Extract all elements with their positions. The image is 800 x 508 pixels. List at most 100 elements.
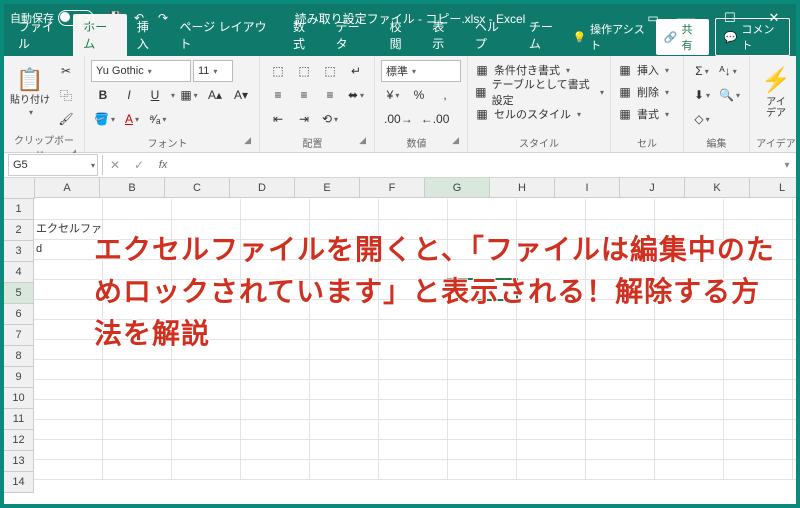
cell-E14[interactable]	[310, 459, 379, 480]
cell-F12[interactable]	[379, 419, 448, 440]
cell-G5[interactable]	[448, 279, 517, 300]
cell-L10[interactable]	[793, 379, 796, 400]
select-all-corner[interactable]	[4, 178, 35, 199]
fill-color-icon[interactable]: 🪣▾	[91, 108, 118, 130]
currency-icon[interactable]: ¥▾	[381, 84, 405, 106]
comma-icon[interactable]: ,	[433, 84, 457, 106]
col-header-B[interactable]: B	[100, 178, 165, 198]
cell-F8[interactable]	[379, 339, 448, 360]
decrease-decimal-icon[interactable]: ←.00	[418, 108, 453, 130]
cell-B6[interactable]	[103, 299, 172, 320]
cell-A2[interactable]: エクセルファイル	[34, 219, 103, 240]
row-header-11[interactable]: 11	[4, 409, 34, 430]
row-header-8[interactable]: 8	[4, 346, 34, 367]
cell-B1[interactable]	[103, 199, 172, 220]
font-name-combo[interactable]: Yu Gothic▾	[91, 60, 191, 82]
cell-A6[interactable]	[34, 299, 103, 320]
cell-F10[interactable]	[379, 379, 448, 400]
cell-F5[interactable]	[379, 279, 448, 300]
cell-E2[interactable]	[310, 219, 379, 240]
cell-D8[interactable]	[241, 339, 310, 360]
enter-icon[interactable]: ✓	[127, 158, 151, 172]
cell-E3[interactable]	[310, 239, 379, 260]
cell-E5[interactable]	[310, 279, 379, 300]
cancel-icon[interactable]: ✕	[103, 158, 127, 172]
row-header-6[interactable]: 6	[4, 304, 34, 325]
cell-I14[interactable]	[586, 459, 655, 480]
number-format-combo[interactable]: 標準▾	[381, 60, 461, 82]
cell-H9[interactable]	[517, 359, 586, 380]
cell-K4[interactable]	[724, 259, 793, 280]
dialog-launcher-icon[interactable]: ◢	[452, 135, 459, 146]
cell-G2[interactable]	[448, 219, 517, 240]
cell-G12[interactable]	[448, 419, 517, 440]
cell-K9[interactable]	[724, 359, 793, 380]
cell-D11[interactable]	[241, 399, 310, 420]
align-middle-icon[interactable]: ⬚	[292, 60, 316, 82]
row-header-7[interactable]: 7	[4, 325, 34, 346]
cell-L3[interactable]	[793, 239, 796, 260]
cell-F3[interactable]	[379, 239, 448, 260]
tab-team[interactable]: チーム	[519, 14, 573, 56]
cell-H2[interactable]	[517, 219, 586, 240]
sort-filter-icon[interactable]: ᴬ↓▾	[716, 60, 740, 82]
cell-K5[interactable]	[724, 279, 793, 300]
cell-C6[interactable]	[172, 299, 241, 320]
col-header-K[interactable]: K	[685, 178, 750, 198]
cell-C13[interactable]	[172, 439, 241, 460]
cell-L1[interactable]	[793, 199, 796, 220]
cell-I9[interactable]	[586, 359, 655, 380]
italic-button[interactable]: I	[117, 84, 141, 106]
cell-H7[interactable]	[517, 319, 586, 340]
col-header-A[interactable]: A	[35, 178, 100, 198]
dialog-launcher-icon[interactable]: ◢	[244, 135, 251, 146]
col-header-D[interactable]: D	[230, 178, 295, 198]
cell-C2[interactable]	[172, 219, 241, 240]
cell-styles-button[interactable]: ▦セルのスタイル▾	[474, 104, 604, 124]
fill-icon[interactable]: ⬇▾	[690, 84, 714, 106]
dialog-launcher-icon[interactable]: ◢	[359, 135, 366, 146]
col-header-H[interactable]: H	[490, 178, 555, 198]
increase-decimal-icon[interactable]: .00→	[381, 108, 416, 130]
cell-F4[interactable]	[379, 259, 448, 280]
font-size-combo[interactable]: 11▾	[193, 60, 233, 82]
cell-I10[interactable]	[586, 379, 655, 400]
cell-A9[interactable]	[34, 359, 103, 380]
col-header-C[interactable]: C	[165, 178, 230, 198]
cell-J10[interactable]	[655, 379, 724, 400]
cell-E12[interactable]	[310, 419, 379, 440]
col-header-E[interactable]: E	[295, 178, 360, 198]
row-header-14[interactable]: 14	[4, 472, 34, 493]
tab-formulas[interactable]: 数式	[283, 14, 326, 56]
wrap-text-icon[interactable]: ↵	[344, 60, 368, 82]
cell-K12[interactable]	[724, 419, 793, 440]
cell-I7[interactable]	[586, 319, 655, 340]
cell-C12[interactable]	[172, 419, 241, 440]
row-header-9[interactable]: 9	[4, 367, 34, 388]
cell-H3[interactable]	[517, 239, 586, 260]
phonetic-icon[interactable]: ᵃ⁄ₐ▾	[146, 108, 170, 130]
cell-K1[interactable]	[724, 199, 793, 220]
paste-button[interactable]: 📋 貼り付け ▾	[10, 60, 50, 124]
cell-J1[interactable]	[655, 199, 724, 220]
cell-E13[interactable]	[310, 439, 379, 460]
cell-A14[interactable]	[34, 459, 103, 480]
cell-B12[interactable]	[103, 419, 172, 440]
cell-I6[interactable]	[586, 299, 655, 320]
cell-L6[interactable]	[793, 299, 796, 320]
row-header-5[interactable]: 5	[4, 283, 34, 304]
cell-D9[interactable]	[241, 359, 310, 380]
cell-I3[interactable]	[586, 239, 655, 260]
tab-pagelayout[interactable]: ページ レイアウト	[170, 14, 283, 56]
row-header-10[interactable]: 10	[4, 388, 34, 409]
cell-F9[interactable]	[379, 359, 448, 380]
font-color-icon[interactable]: A▾	[120, 108, 144, 130]
cell-C1[interactable]	[172, 199, 241, 220]
col-header-I[interactable]: I	[555, 178, 620, 198]
tab-help[interactable]: ヘルプ	[465, 14, 519, 56]
cell-B10[interactable]	[103, 379, 172, 400]
cell-H1[interactable]	[517, 199, 586, 220]
cell-J12[interactable]	[655, 419, 724, 440]
cell-H5[interactable]	[517, 279, 586, 300]
cell-E6[interactable]	[310, 299, 379, 320]
